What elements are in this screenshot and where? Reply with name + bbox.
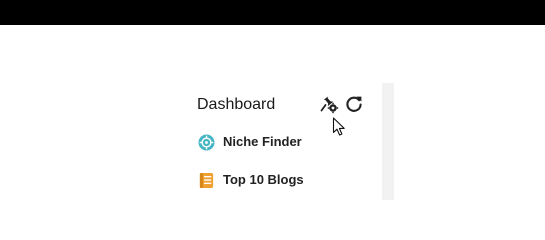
nav-item-niche-finder[interactable]: Niche Finder: [198, 132, 302, 152]
refresh-icon[interactable]: [344, 94, 364, 114]
dashboard-title: Dashboard: [197, 96, 276, 113]
window-top-bar: [0, 0, 545, 25]
pin-settings-icon[interactable]: [319, 94, 339, 114]
panel-scroll-edge: [382, 83, 394, 200]
mouse-cursor-icon: [332, 117, 345, 136]
page: Dashboard Niche Finder Top 10 Blogs: [0, 0, 545, 200]
nav-item-label: Niche Finder: [223, 134, 302, 149]
nav-item-top-10-blogs[interactable]: Top 10 Blogs: [198, 170, 304, 190]
target-icon: [198, 133, 215, 151]
nav-item-label: Top 10 Blogs: [223, 172, 304, 187]
document-icon: [199, 172, 214, 188]
